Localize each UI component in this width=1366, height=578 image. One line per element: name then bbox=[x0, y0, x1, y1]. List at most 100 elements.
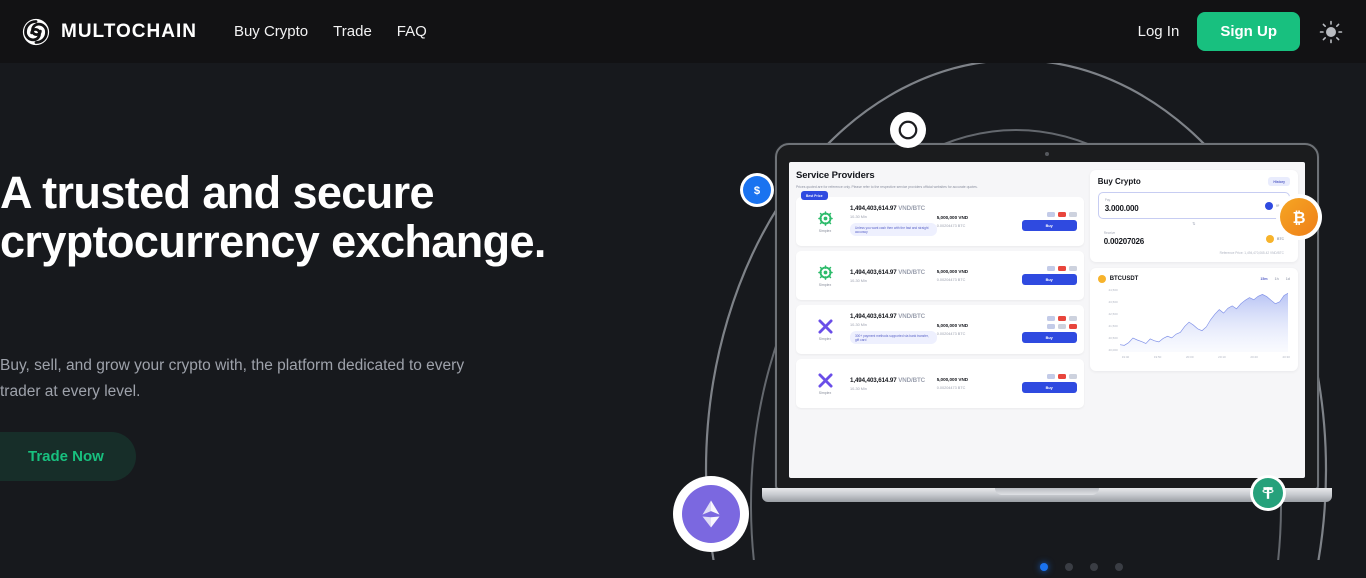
receive-value: 0.00207026 bbox=[1103, 237, 1144, 246]
nav-link-trade[interactable]: Trade bbox=[333, 23, 372, 40]
y-tick: 43,500 bbox=[1108, 300, 1118, 304]
signup-button[interactable]: Sign Up bbox=[1197, 12, 1300, 51]
x-tick: 19:40 bbox=[1121, 355, 1130, 359]
payment-chip-giftcard bbox=[1057, 324, 1066, 330]
y-tick: 40,500 bbox=[1108, 336, 1118, 340]
x-tick: 20:00 bbox=[1186, 355, 1194, 359]
provider-pair: VND/BTC bbox=[898, 205, 926, 213]
sun-brightness-icon[interactable] bbox=[1318, 19, 1344, 45]
x-tick: 20:30 bbox=[1282, 355, 1290, 359]
laptop-mockup: Service Providers Prices quoted are for … bbox=[762, 143, 1332, 573]
receive-field[interactable]: Receive 0.00207026 BTC Reference Price: … bbox=[1098, 228, 1290, 255]
payment-chip-more bbox=[1068, 212, 1077, 218]
provider-identity: Simplex bbox=[803, 373, 847, 395]
ethereum-coin-icon bbox=[673, 476, 749, 552]
y-tick: 40,000 bbox=[1108, 348, 1118, 352]
btc-coin-icon bbox=[1266, 234, 1275, 243]
provider-row[interactable]: Simplex 1,494,403,614.97 VND/BTC 10-30 M… bbox=[796, 359, 1084, 409]
top-navbar: MULTOCHAIN Buy Crypto Trade FAQ Log In S… bbox=[0, 0, 1366, 63]
provider-name: Simplex bbox=[818, 282, 832, 287]
buy-crypto-card: Buy Crypto History Pay 3.000.000 VND bbox=[1089, 170, 1298, 262]
provider-row[interactable]: Best Price Simplex 1,494,403,614.97 VND/… bbox=[796, 191, 1084, 247]
provider-price-block: 1,494,403,614.97 VND/BTC 10-30 Min bbox=[847, 269, 937, 283]
provider-price: 1,494,403,614.97 bbox=[850, 313, 897, 321]
provider-price: 1,494,403,614.97 bbox=[850, 205, 897, 213]
page-title: A trusted and secure cryptocurrency exch… bbox=[0, 167, 546, 267]
payment-method-icons bbox=[1046, 212, 1077, 218]
provider-actions: Buy bbox=[1007, 212, 1077, 232]
simplex-green-icon bbox=[817, 210, 833, 226]
buy-button[interactable]: Buy bbox=[1021, 274, 1077, 286]
webcam-icon bbox=[1045, 152, 1049, 156]
carousel-dot-4[interactable] bbox=[1115, 563, 1123, 571]
laptop-lid: Service Providers Prices quoted are for … bbox=[775, 143, 1319, 490]
payment-chip-more bbox=[1068, 374, 1077, 380]
provider-amount-vnd: 5,000,000 VND bbox=[936, 377, 969, 383]
xrp-coin-icon bbox=[890, 112, 926, 148]
provider-price: 1,494,403,614.97 bbox=[850, 376, 897, 384]
nav-link-faq[interactable]: FAQ bbox=[397, 23, 427, 40]
receive-currency-selector[interactable]: BTC bbox=[1266, 234, 1284, 243]
range-1h[interactable]: 1h bbox=[1275, 277, 1279, 281]
login-link[interactable]: Log In bbox=[1138, 23, 1180, 40]
payment-method-icons bbox=[1046, 374, 1077, 380]
provider-row[interactable]: Simplex 1,494,403,614.97 VND/BTC 10-30 M… bbox=[796, 305, 1084, 355]
buy-button[interactable]: Buy bbox=[1021, 220, 1077, 232]
carousel-dots bbox=[1040, 563, 1123, 571]
service-providers-list: Best Price Simplex 1,494,403,614.97 VND/… bbox=[796, 191, 1084, 409]
provider-name: Simplex bbox=[818, 228, 832, 233]
btc-coin-icon bbox=[1097, 275, 1106, 283]
payment-chip-visa bbox=[1046, 374, 1055, 380]
carousel-dot-1[interactable] bbox=[1040, 563, 1048, 571]
payment-chip-mastercard bbox=[1057, 374, 1066, 380]
brand-logo[interactable]: MULTOCHAIN bbox=[22, 18, 197, 46]
buy-button[interactable]: Buy bbox=[1021, 382, 1077, 394]
payment-chip-other bbox=[1068, 324, 1077, 330]
carousel-dot-3[interactable] bbox=[1090, 563, 1098, 571]
payment-chip-bank bbox=[1046, 324, 1055, 330]
pay-field[interactable]: Pay 3.000.000 VND bbox=[1097, 192, 1290, 219]
laptop-trackpad-notch bbox=[995, 488, 1099, 495]
simplex-green-icon bbox=[817, 264, 833, 280]
price-chart-card: BTCUSDT 15m 1h 1d 44,500 43,500 42,500 4… bbox=[1089, 268, 1298, 371]
history-tag[interactable]: History bbox=[1268, 177, 1290, 186]
provider-price: 1,494,403,614.97 bbox=[850, 268, 897, 276]
right-column: Buy Crypto History Pay 3.000.000 VND bbox=[1089, 170, 1298, 470]
provider-amounts: 5,000,000 VND 0.00204473 BTC bbox=[937, 215, 1007, 228]
range-15m[interactable]: 15m bbox=[1260, 277, 1267, 281]
provider-row[interactable]: Simplex 1,494,403,614.97 VND/BTC 10-30 M… bbox=[796, 251, 1084, 301]
swap-arrows-icon[interactable]: ⇅ bbox=[1098, 221, 1290, 226]
carousel-dot-2[interactable] bbox=[1065, 563, 1073, 571]
spiral-logo-icon bbox=[22, 18, 50, 46]
provider-actions: Buy bbox=[1007, 374, 1077, 394]
provider-actions: Buy bbox=[1007, 316, 1077, 344]
provider-identity: Simplex bbox=[803, 264, 847, 287]
reference-price: Reference Price: 1,494,470,065.42 VND/BT… bbox=[1219, 251, 1284, 255]
chart-range-selector: 15m 1h 1d bbox=[1260, 277, 1290, 281]
chart-pair-text: BTCUSDT bbox=[1109, 276, 1139, 282]
provider-name: Simplex bbox=[818, 336, 832, 341]
provider-pair: VND/BTC bbox=[898, 268, 926, 276]
hero-visual: Service Providers Prices quoted are for … bbox=[666, 63, 1366, 578]
x-tick: 20:20 bbox=[1250, 355, 1258, 359]
chart-y-axis: 44,500 43,500 42,500 41,500 40,500 40,00… bbox=[1098, 288, 1120, 352]
nav-actions: Log In Sign Up bbox=[1138, 12, 1344, 51]
pay-label: Pay bbox=[1104, 198, 1111, 202]
provider-time: 10-30 Min bbox=[850, 386, 867, 391]
payment-method-icons-secondary bbox=[1046, 324, 1077, 330]
provider-hint: 300+ payment methods supported via bank … bbox=[850, 331, 937, 345]
trade-now-button[interactable]: Trade Now bbox=[0, 432, 136, 481]
nav-link-buy-crypto[interactable]: Buy Crypto bbox=[234, 23, 308, 40]
buy-button[interactable]: Buy bbox=[1021, 332, 1077, 344]
range-1d[interactable]: 1d bbox=[1286, 277, 1290, 281]
payment-chip-more bbox=[1068, 316, 1077, 322]
provider-time: 10-30 Min bbox=[850, 278, 867, 283]
provider-amount-vnd: 5,000,000 VND bbox=[936, 323, 969, 329]
chart-plot-area: 44,500 43,500 42,500 41,500 40,500 40,00… bbox=[1098, 288, 1290, 364]
payment-method-icons bbox=[1046, 316, 1077, 322]
chart-header: BTCUSDT 15m 1h 1d bbox=[1097, 275, 1290, 283]
provider-amount-btc: 0.00204473 BTC bbox=[936, 224, 966, 229]
chart-x-axis: 19:40 19:50 20:00 20:10 20:20 20:30 bbox=[1122, 355, 1290, 359]
payment-chip-visa bbox=[1046, 316, 1055, 322]
provider-pair: VND/BTC bbox=[898, 376, 926, 384]
